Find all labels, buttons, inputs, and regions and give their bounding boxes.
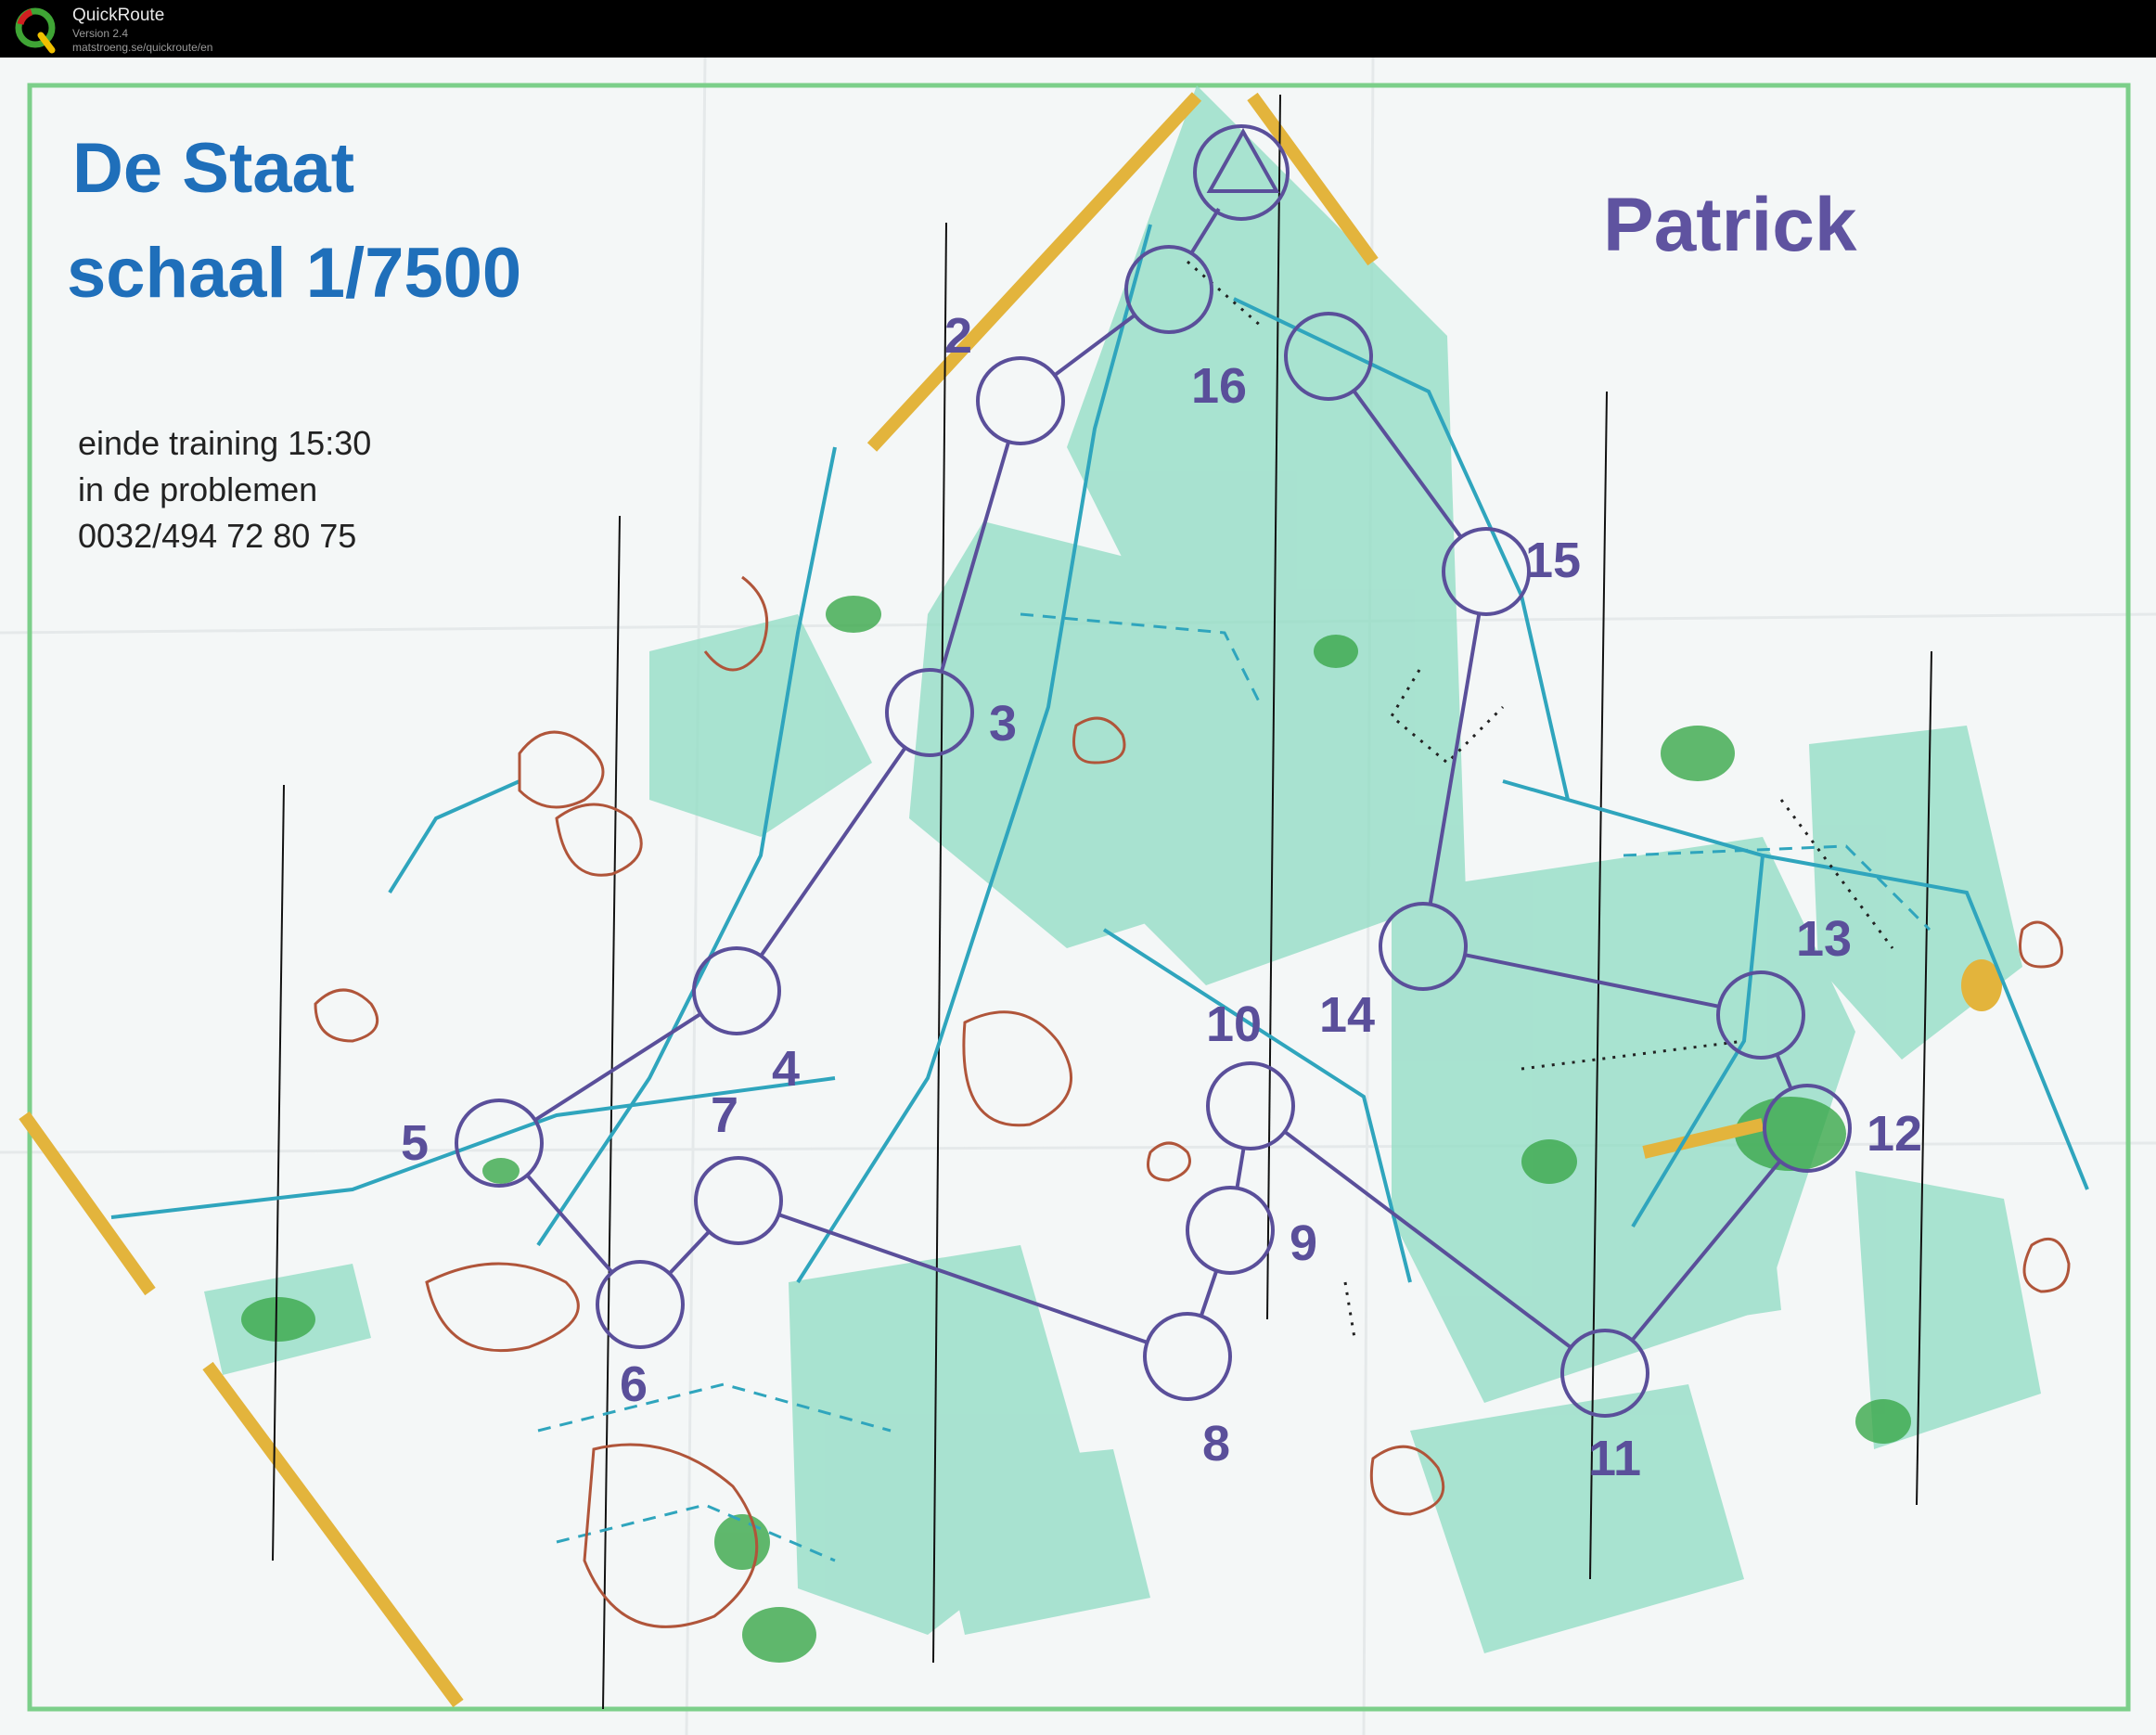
control-number-11: 11 [1588, 1431, 1641, 1486]
info-line-phone: 0032/494 72 80 75 [78, 517, 356, 555]
control-number-7: 7 [711, 1087, 738, 1143]
map-scale: schaal 1/7500 [67, 234, 521, 313]
quickroute-logo-icon [15, 7, 56, 54]
control-number-10: 10 [1206, 996, 1262, 1052]
control-number-4: 4 [772, 1041, 800, 1097]
control-number-16: 16 [1191, 358, 1247, 414]
control-number-5: 5 [401, 1115, 429, 1171]
control-number-2: 2 [944, 308, 972, 364]
app-name: QuickRoute [72, 6, 165, 25]
orienteering-map[interactable]: 2 3 4 5 6 7 8 9 10 11 12 13 14 15 16 De Staat schaal 1… [0, 58, 2156, 1735]
control-number-8: 8 [1202, 1416, 1230, 1472]
control-number-9: 9 [1290, 1215, 1317, 1271]
info-line-finish: einde training 15:30 [78, 424, 371, 462]
control-number-6: 6 [620, 1356, 648, 1412]
app-version: Version 2.4 [72, 27, 129, 40]
map-title: De Staat [72, 129, 354, 208]
info-line-problems: in de problemen [78, 470, 317, 508]
control-number-14: 14 [1319, 987, 1375, 1043]
control-number-12: 12 [1867, 1106, 1922, 1162]
map-view[interactable]: 2 3 4 5 6 7 8 9 10 11 12 13 14 15 16 De Staat schaal 1… [0, 58, 2156, 1735]
title-bar: QuickRoute Version 2.4 matstroeng.se/qui… [0, 0, 2156, 58]
control-number-3: 3 [989, 696, 1017, 752]
app-url[interactable]: matstroeng.se/quickroute/en [72, 41, 212, 54]
control-number-13: 13 [1796, 911, 1852, 967]
control-number-15: 15 [1525, 533, 1581, 588]
runner-name: Patrick [1603, 183, 1857, 267]
